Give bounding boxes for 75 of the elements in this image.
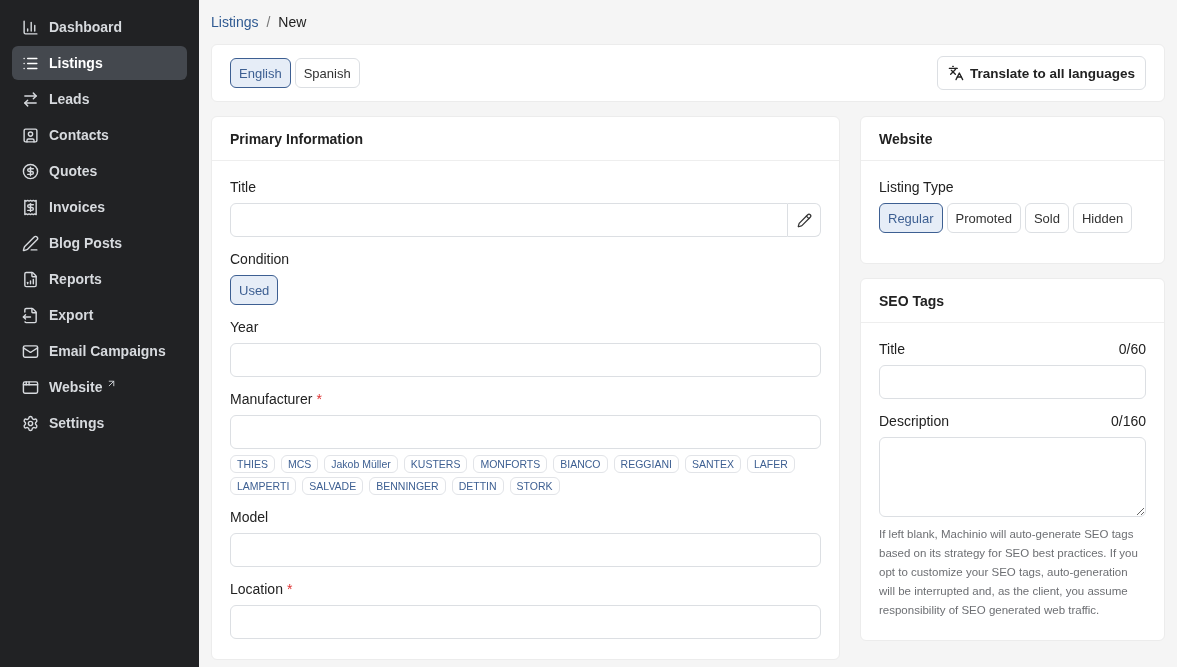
- field-label: Manufacturer *: [230, 391, 323, 407]
- title-input-field[interactable]: [230, 203, 788, 237]
- field-label: Title: [230, 179, 257, 195]
- listing-type-option[interactable]: Promoted: [946, 203, 1021, 233]
- manufacturer-tag[interactable]: MONFORTS: [473, 455, 548, 473]
- sidebar-item[interactable]: Settings: [12, 406, 187, 440]
- breadcrumb-separator: /: [266, 14, 271, 30]
- input-field[interactable]: [230, 605, 821, 639]
- language-tab[interactable]: Spanish: [294, 58, 360, 88]
- manufacturer-tag[interactable]: STORK: [509, 477, 560, 495]
- character-counter: 0/160: [1110, 413, 1146, 429]
- chart-icon: [22, 18, 39, 36]
- translate-button[interactable]: Translate to all languages: [936, 56, 1146, 90]
- character-counter: 0/60: [1118, 341, 1146, 357]
- sidebar-item[interactable]: Invoices: [12, 190, 187, 224]
- manufacturer-tag[interactable]: THIES: [230, 455, 275, 473]
- manufacturer-tag[interactable]: DETTIN: [451, 477, 504, 495]
- listing-type-option[interactable]: Sold: [1024, 203, 1069, 233]
- input-field[interactable]: [230, 533, 821, 567]
- input-field[interactable]: [230, 343, 821, 377]
- receipt-icon: [22, 198, 39, 216]
- window-icon: [22, 378, 39, 396]
- field-label: Model: [230, 509, 270, 525]
- help-text: If left blank, Machinio will auto-generate SEO tags based on its strategy for SEO best practices. If you opt to customize your SEO tags, auto-generation will be interrupted and, as the client, you assume responsibility of SEO generated web traffic.: [879, 527, 1139, 618]
- arrows-icon: [22, 90, 39, 108]
- card-title: Primary Information: [212, 117, 839, 161]
- listing-type-option[interactable]: Hidden: [1072, 203, 1133, 233]
- condition-option[interactable]: Used: [230, 275, 279, 305]
- field-label: Year: [230, 319, 260, 335]
- language-tab[interactable]: English: [230, 58, 291, 88]
- sidebar-item[interactable]: Blog Posts: [12, 226, 187, 260]
- export-icon: [22, 306, 39, 324]
- card-title: Website: [861, 117, 1164, 161]
- manufacturer-tag[interactable]: LAFER: [746, 455, 795, 473]
- sidebar-item[interactable]: Contacts: [12, 118, 187, 152]
- contact-card-icon: [22, 126, 39, 144]
- description-textarea[interactable]: [879, 437, 1146, 517]
- pencil-icon: [796, 212, 812, 228]
- sidebar-item[interactable]: Website: [12, 370, 187, 404]
- required-mark: *: [316, 391, 322, 407]
- translate-icon: [947, 65, 964, 81]
- dollar-icon: [22, 162, 39, 180]
- sidebar-item[interactable]: Listings: [12, 46, 187, 80]
- manufacturer-tag[interactable]: KUSTERS: [403, 455, 468, 473]
- sidebar-item[interactable]: Quotes: [12, 154, 187, 188]
- manufacturer-tag[interactable]: REGGIANI: [613, 455, 679, 473]
- sidebar-item[interactable]: Export: [12, 298, 187, 332]
- manufacturer-tag[interactable]: SALVADE: [302, 477, 364, 495]
- sidebar-item[interactable]: Reports: [12, 262, 187, 296]
- field-label: Location *: [230, 581, 294, 597]
- manufacturer-tag[interactable]: BENNINGER: [369, 477, 446, 495]
- required-mark: *: [286, 581, 293, 597]
- card-title: SEO Tags: [861, 279, 1164, 323]
- edit-button[interactable]: [788, 203, 821, 237]
- field-label: Title: [879, 341, 905, 357]
- field-label: Description: [879, 413, 950, 429]
- manufacturer-tag[interactable]: MCS: [280, 455, 319, 473]
- listing-type-option[interactable]: Regular: [879, 203, 943, 233]
- input-field[interactable]: [879, 365, 1146, 399]
- mail-icon: [22, 342, 39, 360]
- pen-icon: [22, 234, 39, 252]
- manufacturer-tag[interactable]: Jakob Müller: [324, 455, 398, 473]
- manufacturer-tag[interactable]: SANTEX: [684, 455, 741, 473]
- field-label: Listing Type: [879, 179, 955, 195]
- field-label: Condition: [230, 251, 291, 267]
- settings-icon: [22, 414, 39, 432]
- breadcrumb-link[interactable]: Listings: [211, 14, 259, 30]
- sidebar-item[interactable]: Leads: [12, 82, 187, 116]
- sidebar-item[interactable]: Email Campaigns: [12, 334, 187, 368]
- manufacturer-tag[interactable]: BIANCO: [553, 455, 608, 473]
- manufacturer-tag[interactable]: LAMPERTI: [230, 477, 297, 495]
- report-icon: [22, 270, 39, 288]
- breadcrumb-current: New: [278, 14, 307, 30]
- input-field[interactable]: [230, 415, 821, 449]
- sidebar-item[interactable]: Dashboard: [12, 10, 187, 44]
